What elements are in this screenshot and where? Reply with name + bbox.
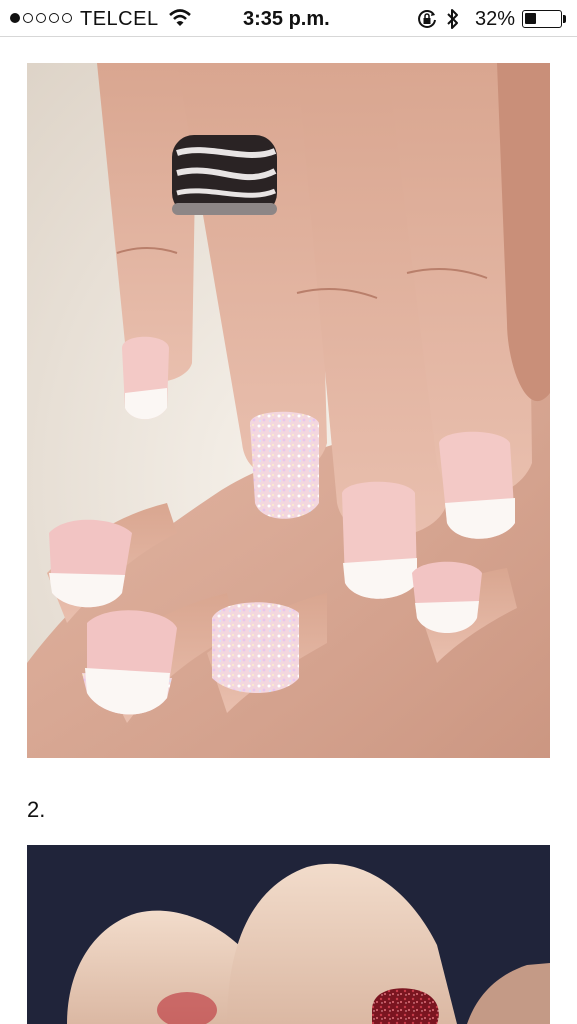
battery-icon bbox=[522, 10, 562, 28]
french-manicure-with-glitter-accent-photo[interactable] bbox=[27, 63, 550, 758]
signal-dot bbox=[10, 13, 20, 23]
signal-dot bbox=[62, 13, 72, 23]
battery-level-fill bbox=[525, 13, 536, 24]
signal-dot bbox=[36, 13, 46, 23]
bluetooth-icon bbox=[445, 7, 461, 37]
carrier-name: TELCEL bbox=[80, 8, 159, 30]
signal-dot bbox=[49, 13, 59, 23]
status-bar: TELCEL 3:35 p.m. 32% bbox=[0, 0, 577, 37]
wifi-icon bbox=[168, 8, 192, 34]
list-item-number: 2. bbox=[27, 797, 46, 822]
battery-tip bbox=[563, 15, 566, 23]
dark-red-glitter-nail-photo[interactable] bbox=[27, 845, 550, 1024]
signal-dot bbox=[23, 13, 33, 23]
signal-strength-icon bbox=[10, 13, 72, 23]
clock: 3:35 p.m. bbox=[243, 8, 330, 30]
battery-percentage: 32% bbox=[475, 8, 516, 30]
orientation-lock-icon bbox=[416, 8, 438, 36]
